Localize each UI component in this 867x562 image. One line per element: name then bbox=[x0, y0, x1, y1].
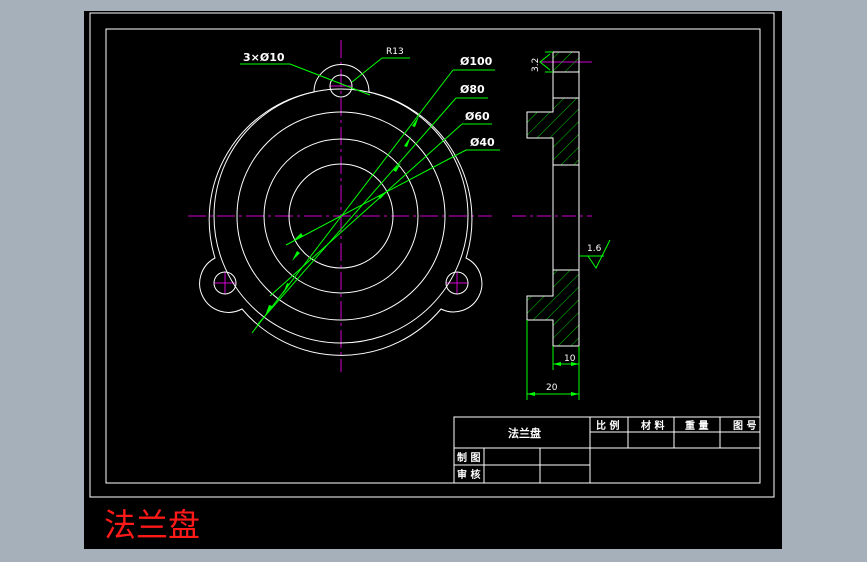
title-weight-label: 重 量 bbox=[685, 419, 708, 432]
title-checked-label: 审 核 bbox=[457, 468, 480, 481]
dim-text-d80: Ø80 bbox=[460, 83, 485, 96]
caption-title: 法兰盘 bbox=[104, 506, 200, 544]
title-drawing-no-label: 图 号 bbox=[733, 420, 756, 432]
dim-text-d100: Ø100 bbox=[460, 55, 493, 68]
roughness-top-text: 3.2 bbox=[531, 58, 541, 72]
dim-text-r13: R13 bbox=[386, 47, 404, 57]
roughness-face-text: 1.6 bbox=[587, 244, 602, 254]
title-material-label: 材 料 bbox=[641, 419, 664, 432]
dim-text-20: 20 bbox=[546, 383, 558, 393]
title-part-name: 法兰盘 bbox=[508, 426, 541, 440]
section-lug-top bbox=[552, 51, 580, 73]
dim-text-10: 10 bbox=[564, 354, 576, 364]
dim-text-d40: Ø40 bbox=[470, 136, 495, 149]
drawing-sheet bbox=[84, 11, 782, 549]
dim-text-holes: 3×Ø10 bbox=[243, 51, 285, 64]
cad-drawing-canvas: 3×Ø10 R13 Ø100 Ø80 Ø60 Ø40 3.2 1.6 10 20… bbox=[84, 11, 782, 549]
title-scale-label: 比 例 bbox=[596, 419, 619, 432]
dim-text-d60: Ø60 bbox=[465, 110, 490, 123]
title-drawn-label: 制 图 bbox=[457, 451, 480, 464]
